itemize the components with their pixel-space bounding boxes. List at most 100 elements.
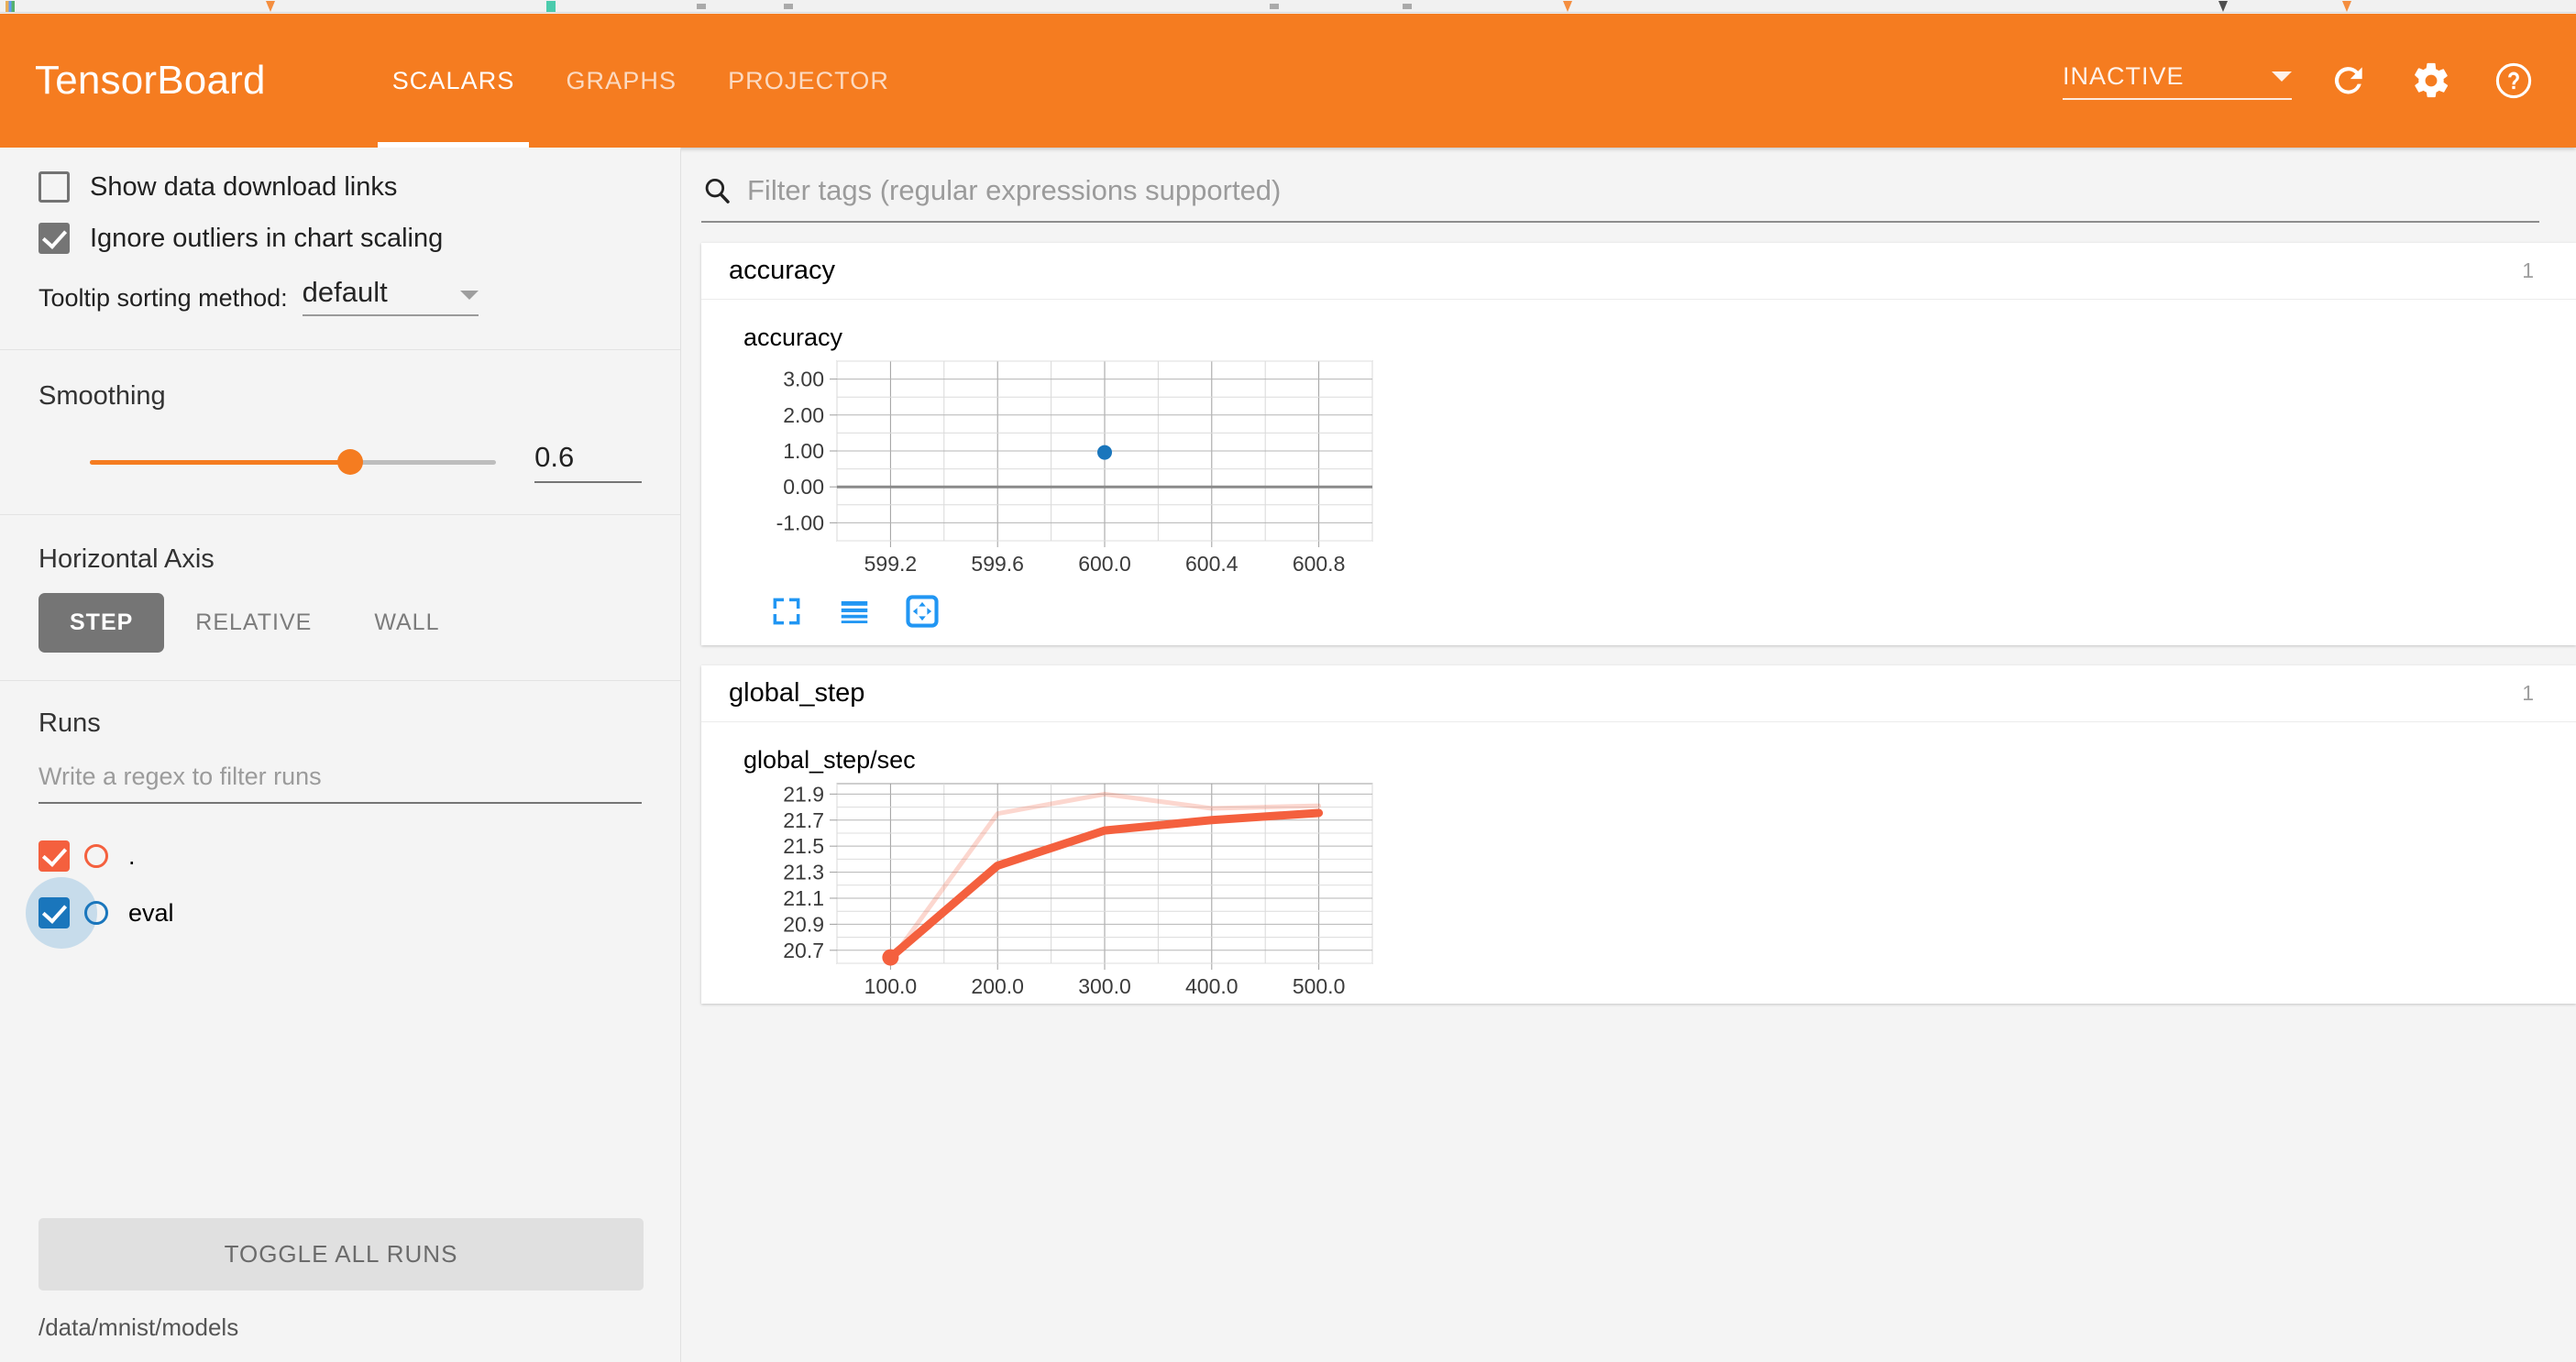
smoothing-slider-thumb[interactable] bbox=[336, 449, 363, 475]
smoothing-slider[interactable] bbox=[90, 449, 497, 475]
svg-text:600.8: 600.8 bbox=[1293, 552, 1346, 576]
svg-text:-1.00: -1.00 bbox=[776, 511, 824, 534]
pan-icon[interactable] bbox=[905, 594, 940, 629]
svg-text:21.1: 21.1 bbox=[783, 886, 824, 910]
search-icon bbox=[705, 178, 730, 203]
chevron-down-icon bbox=[2272, 71, 2292, 82]
svg-text:599.6: 599.6 bbox=[971, 552, 1024, 576]
horizontal-axis-title: Horizontal Axis bbox=[39, 544, 215, 574]
card-accuracy-title: accuracy bbox=[729, 256, 836, 285]
settings-button[interactable] bbox=[2405, 55, 2457, 106]
svg-text:600.4: 600.4 bbox=[1185, 552, 1238, 576]
chart-accuracy-title: accuracy bbox=[743, 324, 843, 351]
smoothing-title: Smoothing bbox=[39, 381, 166, 411]
refresh-button[interactable] bbox=[2323, 55, 2374, 106]
help-button[interactable] bbox=[2488, 55, 2539, 106]
data-table-icon[interactable] bbox=[837, 594, 872, 629]
header-actions: INACTIVE bbox=[2063, 55, 2576, 106]
tooltip-sorting-row: Tooltip sorting method: default bbox=[39, 276, 642, 316]
axis-button-relative[interactable]: RELATIVE bbox=[164, 593, 343, 653]
card-accuracy-header[interactable]: accuracy 1 bbox=[701, 243, 2576, 300]
tab-scalars[interactable]: SCALARS bbox=[367, 14, 541, 148]
tab-favicon bbox=[1563, 1, 1572, 12]
svg-text:400.0: 400.0 bbox=[1185, 974, 1238, 998]
toggle-all-runs-button[interactable]: TOGGLE ALL RUNS bbox=[39, 1218, 644, 1291]
chart-global-step-plot[interactable]: 21.921.721.5 21.321.120.9 20.7 100.0 200.0 30… bbox=[729, 774, 1389, 1004]
logdir-path: /data/mnist/models bbox=[39, 1313, 239, 1341]
tab-projector[interactable]: PROJECTOR bbox=[702, 14, 915, 148]
card-global-step-count: 1 bbox=[2522, 681, 2534, 705]
main-nav: SCALARS GRAPHS PROJECTOR bbox=[367, 14, 915, 148]
app-title: TensorBoard bbox=[35, 58, 266, 103]
tag-filter-input[interactable]: Filter tags (regular expressions support… bbox=[747, 174, 1281, 207]
svg-text:0.00: 0.00 bbox=[783, 475, 824, 499]
run-color-circle-icon bbox=[84, 901, 108, 925]
svg-text:20.9: 20.9 bbox=[783, 912, 824, 936]
smoothing-value-input[interactable]: 0.6 bbox=[534, 441, 642, 483]
tab-favicon bbox=[1403, 4, 1412, 9]
run-label: eval bbox=[128, 898, 174, 927]
svg-text:100.0: 100.0 bbox=[864, 974, 918, 998]
runs-filter-input[interactable]: Write a regex to filter runs bbox=[39, 763, 642, 804]
tab-favicon bbox=[697, 4, 706, 9]
tab-scalars-label: SCALARS bbox=[391, 66, 515, 94]
gear-icon bbox=[2415, 62, 2449, 98]
ignore-outliers-row[interactable]: Ignore outliers in chart scaling bbox=[39, 223, 642, 254]
tab-graphs[interactable]: GRAPHS bbox=[540, 14, 702, 148]
card-global-step-body: global_step/sec 21.9 21.7 21.5 21.3 21.1 20.9… bbox=[701, 722, 2576, 1004]
svg-text:2.00: 2.00 bbox=[783, 403, 824, 427]
show-download-links-label: Show data download links bbox=[90, 171, 398, 202]
sidebar: Show data download links Ignore outliers… bbox=[0, 148, 681, 1362]
chart-accuracy-tools bbox=[729, 581, 2576, 645]
svg-text:200.0: 200.0 bbox=[971, 974, 1024, 998]
ignore-outliers-label: Ignore outliers in chart scaling bbox=[90, 223, 444, 253]
run-color-circle-icon bbox=[84, 844, 108, 868]
axis-button-wall[interactable]: WALL bbox=[343, 593, 470, 653]
runs-title: Runs bbox=[39, 708, 101, 738]
show-download-links-checkbox[interactable] bbox=[39, 171, 70, 203]
horizontal-axis-buttons: STEP RELATIVE WALL bbox=[39, 593, 642, 653]
svg-text:1.00: 1.00 bbox=[783, 439, 824, 463]
svg-text:599.2: 599.2 bbox=[864, 552, 918, 576]
reload-mode-value: INACTIVE bbox=[2063, 61, 2185, 90]
tooltip-sorting-label: Tooltip sorting method: bbox=[39, 284, 288, 312]
svg-text:20.7: 20.7 bbox=[783, 939, 824, 962]
refresh-icon bbox=[2334, 67, 2362, 94]
tab-graphs-label: GRAPHS bbox=[566, 66, 677, 94]
smoothing-slider-fill bbox=[90, 459, 350, 465]
run-label: . bbox=[128, 841, 136, 870]
tab-favicon bbox=[6, 1, 15, 12]
help-icon bbox=[2495, 62, 2532, 99]
reload-mode-select[interactable]: INACTIVE bbox=[2063, 62, 2292, 100]
tab-favicon bbox=[2342, 1, 2351, 12]
svg-text:21.9: 21.9 bbox=[783, 782, 824, 806]
svg-text:500.0: 500.0 bbox=[1293, 974, 1346, 998]
tab-favicon bbox=[266, 1, 275, 12]
card-accuracy: accuracy 1 accuracy 3.00 2.00 1.00 0.00 -1.0… bbox=[701, 243, 2576, 645]
smoothing-row: 0.6 bbox=[39, 441, 642, 483]
browser-tabstrip bbox=[0, 0, 2576, 13]
run-checkbox[interactable] bbox=[39, 897, 70, 928]
tab-favicon bbox=[546, 1, 556, 12]
run-item-dot[interactable]: . bbox=[39, 828, 642, 884]
tab-favicon bbox=[784, 4, 793, 9]
ignore-outliers-checkbox[interactable] bbox=[39, 223, 70, 254]
show-download-links-row[interactable]: Show data download links bbox=[39, 171, 642, 203]
card-global-step: global_step 1 global_step/sec 21.9 21.7 21… bbox=[701, 665, 2576, 1004]
svg-text:21.5: 21.5 bbox=[783, 834, 824, 858]
run-item-eval[interactable]: eval bbox=[26, 877, 642, 949]
tag-filter-row[interactable]: Filter tags (regular expressions support… bbox=[701, 160, 2539, 223]
axis-button-step[interactable]: STEP bbox=[39, 593, 165, 653]
chevron-down-icon bbox=[459, 291, 479, 300]
card-global-step-header[interactable]: global_step 1 bbox=[701, 665, 2576, 722]
chart-accuracy-plot[interactable]: 3.00 2.00 1.00 0.00 -1.00 599.2 599.6 600.0 600.… bbox=[729, 352, 1389, 581]
svg-text:21.7: 21.7 bbox=[783, 808, 824, 832]
card-accuracy-count: 1 bbox=[2522, 258, 2534, 282]
main-content: Filter tags (regular expressions support… bbox=[681, 148, 2576, 1362]
fullscreen-icon[interactable] bbox=[769, 594, 804, 629]
tab-favicon bbox=[2218, 1, 2228, 12]
tooltip-sorting-select[interactable]: default bbox=[302, 276, 479, 316]
chart-global-step-title: global_step/sec bbox=[743, 746, 916, 774]
card-accuracy-body: accuracy 3.00 2.00 1.00 0.00 -1.00 599.2 599.6… bbox=[701, 300, 2576, 645]
run-checkbox[interactable] bbox=[39, 840, 70, 872]
